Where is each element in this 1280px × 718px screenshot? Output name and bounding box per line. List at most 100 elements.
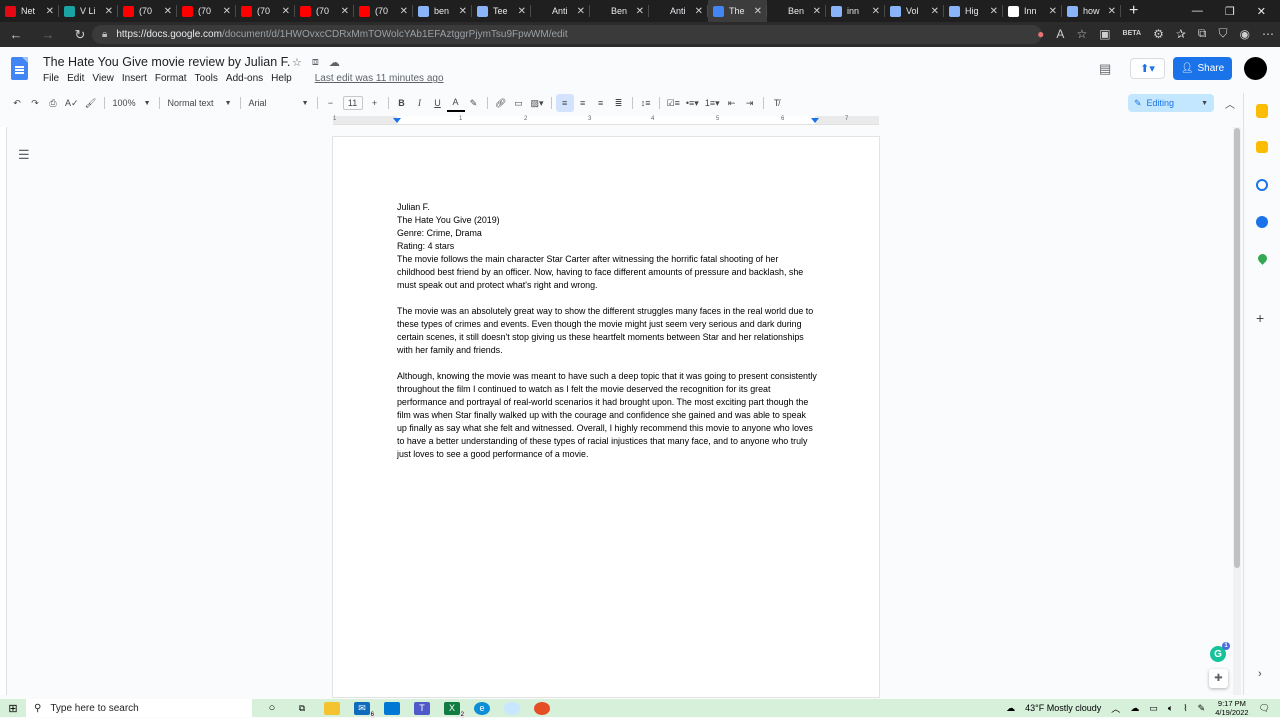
browser-tab[interactable]: Hig ✕ [944, 0, 1003, 22]
app-icon[interactable] [534, 701, 550, 715]
store-icon[interactable] [384, 701, 400, 715]
undo-icon[interactable]: ↶ [8, 94, 26, 112]
document-page[interactable]: Julian F. The Hate You Give (2019) Genre… [333, 137, 879, 697]
decrease-font-size-icon[interactable]: − [322, 94, 340, 112]
browser-tab[interactable]: how ✕ [1062, 0, 1121, 22]
tab-close-icon[interactable]: ✕ [577, 6, 585, 17]
tab-close-icon[interactable]: ✕ [931, 6, 939, 17]
browser-tab[interactable]: (70 ✕ [236, 0, 295, 22]
browser-tab[interactable]: (70 ✕ [295, 0, 354, 22]
grammarly-icon[interactable]: G1 [1210, 642, 1230, 662]
align-center-icon[interactable]: ≡ [574, 94, 592, 112]
menu-tools[interactable]: Tools [195, 73, 218, 84]
tab-close-icon[interactable]: ✕ [400, 6, 408, 17]
tray-overflow-icon[interactable]: ︿ [1111, 702, 1120, 715]
maps-icon[interactable] [1256, 252, 1269, 265]
puzzle-icon[interactable]: ⚙ [1153, 27, 1164, 41]
numbered-list-icon[interactable]: 1≡▾ [702, 94, 723, 112]
vertical-scrollbar[interactable] [1233, 127, 1241, 695]
docs-logo-icon[interactable] [11, 57, 28, 80]
tab-close-icon[interactable]: ✕ [105, 6, 113, 17]
menu-view[interactable]: View [92, 73, 114, 84]
account-avatar[interactable] [1244, 57, 1267, 80]
tab-close-icon[interactable]: ✕ [636, 6, 644, 17]
minimize-icon[interactable]: — [1192, 5, 1203, 18]
increase-font-size-icon[interactable]: + [366, 94, 384, 112]
shield-icon[interactable]: ⛉ [1219, 26, 1228, 41]
highlight-icon[interactable]: ✎ [465, 94, 483, 112]
underline-icon[interactable]: U [429, 94, 447, 112]
print-icon[interactable]: ⎙ [44, 94, 62, 112]
browser-tab[interactable]: Net ✕ [0, 0, 59, 22]
weather-text[interactable]: 43°F Mostly cloudy [1025, 703, 1101, 713]
document-body[interactable]: Julian F. The Hate You Give (2019) Genre… [397, 201, 817, 461]
get-addons-icon[interactable]: + [1256, 310, 1264, 326]
bold-icon[interactable]: B [393, 94, 411, 112]
favorites-icon[interactable]: ✰ [1176, 27, 1186, 41]
mail-icon[interactable]: ✉ 6 [354, 701, 375, 718]
spellcheck-icon[interactable]: A✓ [62, 94, 82, 112]
font-select[interactable]: Arial ▼ [245, 94, 313, 112]
forward-icon[interactable]: → [32, 27, 64, 42]
task-view-icon[interactable]: ⧉ [294, 702, 310, 715]
hide-side-panel-icon[interactable]: › [1258, 668, 1262, 680]
menu-help[interactable]: Help [271, 73, 292, 84]
checklist-icon[interactable]: ☑≡ [664, 94, 683, 112]
text-color-icon[interactable]: A [446, 94, 465, 112]
editing-mode-select[interactable]: ✎ Editing ▼ [1128, 94, 1214, 112]
address-bar[interactable]: 🔒︎ https://docs.google.com /document/d/1… [92, 25, 1042, 44]
align-right-icon[interactable]: ≡ [592, 94, 610, 112]
contacts-icon[interactable] [1256, 216, 1268, 228]
clear-formatting-icon[interactable]: T̸ [768, 94, 786, 112]
tab-close-icon[interactable]: ✕ [813, 6, 821, 17]
line-spacing-icon[interactable]: ↕≡ [637, 94, 655, 112]
profile-icon[interactable]: ◉ [1240, 27, 1250, 41]
align-left-icon[interactable]: ≡ [555, 94, 574, 112]
pen-icon[interactable]: ✎ [1198, 703, 1206, 714]
browser-tab[interactable]: (70 ✕ [177, 0, 236, 22]
decrease-indent-icon[interactable]: ⇤ [723, 94, 741, 112]
edge-icon[interactable]: e [474, 701, 490, 715]
file-explorer-icon[interactable] [324, 701, 340, 715]
beta-extension-icon[interactable]: BETA [1123, 30, 1142, 37]
browser-tab[interactable]: Anti ✕ [531, 0, 590, 22]
tab-close-icon[interactable]: ✕ [990, 6, 998, 17]
read-aloud-icon[interactable]: A [1056, 27, 1064, 41]
scrollbar-thumb[interactable] [1234, 128, 1240, 568]
volume-icon[interactable]: 🔈︎ [1168, 703, 1173, 714]
browser-tab[interactable]: Ben ✕ [590, 0, 649, 22]
tab-close-icon[interactable]: ✕ [754, 6, 762, 17]
explore-icon[interactable]: ✚ [1209, 669, 1228, 688]
horizontal-ruler[interactable]: 1 1 2 3 4 5 6 7 [333, 116, 879, 125]
browser-tab[interactable]: ben ✕ [413, 0, 472, 22]
browser-tab[interactable]: Tee ✕ [472, 0, 531, 22]
network-icon[interactable]: ⌇ [1183, 703, 1187, 714]
cortana-icon[interactable]: ○ [264, 702, 280, 715]
favorite-add-icon[interactable]: ☆ [1076, 27, 1087, 41]
tab-close-icon[interactable]: ✕ [695, 6, 703, 17]
teams-icon[interactable]: T [414, 701, 430, 715]
insert-link-icon[interactable]: 🔗︎ [492, 94, 510, 112]
browser-tab[interactable]: V Li ✕ [59, 0, 118, 22]
move-folder-icon[interactable]: ⧈ [312, 56, 319, 69]
excel-icon[interactable]: X2 [444, 701, 465, 718]
close-window-icon[interactable]: ✕ [1257, 5, 1266, 18]
tab-close-icon[interactable]: ✕ [223, 6, 231, 17]
tab-close-icon[interactable]: ✕ [459, 6, 467, 17]
share-button[interactable]: 👤︎ Share [1173, 57, 1232, 80]
browser-tab[interactable]: inn ✕ [826, 0, 885, 22]
onedrive-icon[interactable]: ☁ [1130, 703, 1139, 714]
collections-icon[interactable]: ⧉ [1198, 26, 1207, 41]
weather-icon[interactable]: ☁ [1006, 703, 1015, 714]
present-button[interactable]: ⬆︎▾ [1130, 58, 1165, 79]
browser-tab[interactable]: Vol ✕ [885, 0, 944, 22]
tab-close-icon[interactable]: ✕ [341, 6, 349, 17]
italic-icon[interactable]: I [411, 94, 429, 112]
cloud-saved-icon[interactable]: ☁ [329, 56, 340, 69]
increase-indent-icon[interactable]: ⇥ [741, 94, 759, 112]
zoom-select[interactable]: 100% ▼ [109, 94, 155, 112]
right-indent-marker[interactable] [811, 118, 819, 123]
lock-icon[interactable]: 🔒︎ [102, 29, 107, 40]
notifications-icon[interactable]: 🗨︎ [1259, 703, 1270, 714]
justify-icon[interactable]: ≣ [610, 94, 628, 112]
